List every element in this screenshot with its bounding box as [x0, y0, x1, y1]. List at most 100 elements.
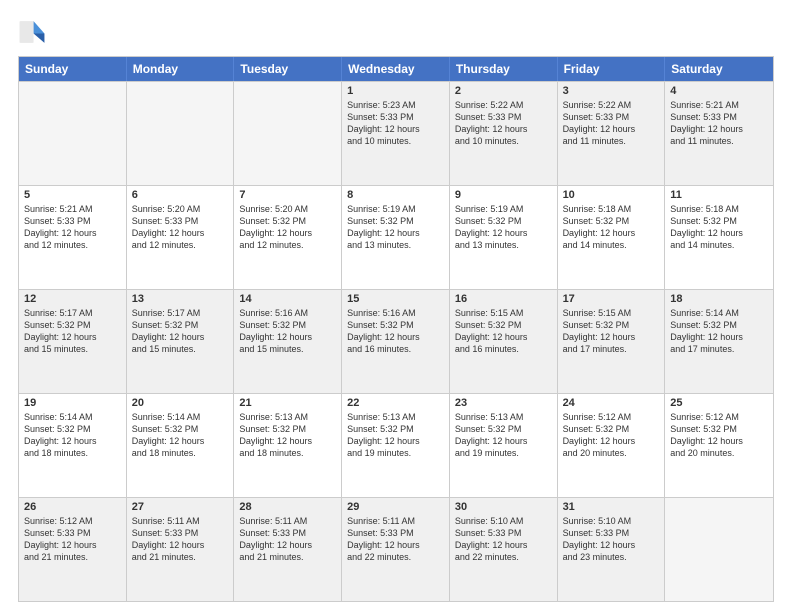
calendar-cell: 31 Sunrise: 5:10 AM Sunset: 5:33 PM Dayli… [558, 498, 666, 601]
calendar-cell: 9 Sunrise: 5:19 AM Sunset: 5:32 PM Daylig… [450, 186, 558, 289]
calendar-cell: 30 Sunrise: 5:10 AM Sunset: 5:33 PM Dayli… [450, 498, 558, 601]
day-info: Sunrise: 5:18 AM Sunset: 5:32 PM Dayligh… [670, 203, 768, 252]
calendar-row-4: 26 Sunrise: 5:12 AM Sunset: 5:33 PM Dayli… [19, 497, 773, 601]
calendar-cell [234, 82, 342, 185]
calendar-cell: 17 Sunrise: 5:15 AM Sunset: 5:32 PM Dayli… [558, 290, 666, 393]
day-info: Sunrise: 5:14 AM Sunset: 5:32 PM Dayligh… [24, 411, 121, 460]
logo [18, 18, 50, 46]
day-info: Sunrise: 5:11 AM Sunset: 5:33 PM Dayligh… [347, 515, 444, 564]
day-info: Sunrise: 5:21 AM Sunset: 5:33 PM Dayligh… [24, 203, 121, 252]
calendar-cell: 8 Sunrise: 5:19 AM Sunset: 5:32 PM Daylig… [342, 186, 450, 289]
day-info: Sunrise: 5:16 AM Sunset: 5:32 PM Dayligh… [239, 307, 336, 356]
calendar-cell: 28 Sunrise: 5:11 AM Sunset: 5:33 PM Dayli… [234, 498, 342, 601]
day-number: 31 [563, 501, 660, 513]
calendar-cell: 21Sunrise: 5:13 AM Sunset: 5:32 PM Dayli… [234, 394, 342, 497]
day-number: 26 [24, 501, 121, 513]
calendar-cell: 12 Sunrise: 5:17 AM Sunset: 5:32 PM Dayli… [19, 290, 127, 393]
calendar-cell [665, 498, 773, 601]
calendar-cell: 13Sunrise: 5:17 AM Sunset: 5:32 PM Dayli… [127, 290, 235, 393]
calendar-cell: 3Sunrise: 5:22 AM Sunset: 5:33 PM Daylig… [558, 82, 666, 185]
day-info: Sunrise: 5:22 AM Sunset: 5:33 PM Dayligh… [455, 99, 552, 148]
page: SundayMondayTuesdayWednesdayThursdayFrid… [0, 0, 792, 612]
calendar-cell: 10 Sunrise: 5:18 AM Sunset: 5:32 PM Dayli… [558, 186, 666, 289]
day-info: Sunrise: 5:12 AM Sunset: 5:32 PM Dayligh… [670, 411, 768, 460]
day-number: 28 [239, 501, 336, 513]
day-info: Sunrise: 5:15 AM Sunset: 5:32 PM Dayligh… [563, 307, 660, 356]
day-info: Sunrise: 5:13 AM Sunset: 5:32 PM Dayligh… [347, 411, 444, 460]
day-number: 22 [347, 397, 444, 409]
day-info: Sunrise: 5:23 AM Sunset: 5:33 PM Dayligh… [347, 99, 444, 148]
day-number: 17 [563, 293, 660, 305]
day-info: Sunrise: 5:10 AM Sunset: 5:33 PM Dayligh… [563, 515, 660, 564]
calendar-header: SundayMondayTuesdayWednesdayThursdayFrid… [19, 57, 773, 81]
calendar-cell: 2Sunrise: 5:22 AM Sunset: 5:33 PM Daylig… [450, 82, 558, 185]
calendar-cell [127, 82, 235, 185]
day-info: Sunrise: 5:11 AM Sunset: 5:33 PM Dayligh… [132, 515, 229, 564]
day-info: Sunrise: 5:20 AM Sunset: 5:33 PM Dayligh… [132, 203, 229, 252]
day-number: 12 [24, 293, 121, 305]
calendar-cell: 1 Sunrise: 5:23 AM Sunset: 5:33 PM Daylig… [342, 82, 450, 185]
day-number: 7 [239, 189, 336, 201]
calendar-cell [19, 82, 127, 185]
calendar-cell: 15Sunrise: 5:16 AM Sunset: 5:32 PM Dayli… [342, 290, 450, 393]
day-info: Sunrise: 5:14 AM Sunset: 5:32 PM Dayligh… [132, 411, 229, 460]
weekday-header-sunday: Sunday [19, 57, 127, 81]
day-info: Sunrise: 5:17 AM Sunset: 5:32 PM Dayligh… [24, 307, 121, 356]
calendar-row-2: 12 Sunrise: 5:17 AM Sunset: 5:32 PM Dayli… [19, 289, 773, 393]
day-info: Sunrise: 5:17 AM Sunset: 5:32 PM Dayligh… [132, 307, 229, 356]
day-info: Sunrise: 5:18 AM Sunset: 5:32 PM Dayligh… [563, 203, 660, 252]
calendar: SundayMondayTuesdayWednesdayThursdayFrid… [18, 56, 774, 602]
day-info: Sunrise: 5:14 AM Sunset: 5:32 PM Dayligh… [670, 307, 768, 356]
day-info: Sunrise: 5:10 AM Sunset: 5:33 PM Dayligh… [455, 515, 552, 564]
day-number: 19 [24, 397, 121, 409]
day-number: 20 [132, 397, 229, 409]
day-number: 14 [239, 293, 336, 305]
calendar-cell: 27Sunrise: 5:11 AM Sunset: 5:33 PM Dayli… [127, 498, 235, 601]
day-number: 10 [563, 189, 660, 201]
logo-icon [18, 18, 46, 46]
weekday-header-saturday: Saturday [665, 57, 773, 81]
day-number: 1 [347, 85, 444, 97]
weekday-header-tuesday: Tuesday [234, 57, 342, 81]
day-info: Sunrise: 5:15 AM Sunset: 5:32 PM Dayligh… [455, 307, 552, 356]
calendar-cell: 6 Sunrise: 5:20 AM Sunset: 5:33 PM Daylig… [127, 186, 235, 289]
day-number: 18 [670, 293, 768, 305]
day-info: Sunrise: 5:12 AM Sunset: 5:32 PM Dayligh… [563, 411, 660, 460]
day-info: Sunrise: 5:13 AM Sunset: 5:32 PM Dayligh… [455, 411, 552, 460]
calendar-cell: 5 Sunrise: 5:21 AM Sunset: 5:33 PM Daylig… [19, 186, 127, 289]
calendar-cell: 4 Sunrise: 5:21 AM Sunset: 5:33 PM Daylig… [665, 82, 773, 185]
header [18, 18, 774, 46]
day-number: 9 [455, 189, 552, 201]
day-number: 8 [347, 189, 444, 201]
calendar-cell: 16 Sunrise: 5:15 AM Sunset: 5:32 PM Dayli… [450, 290, 558, 393]
day-number: 4 [670, 85, 768, 97]
day-number: 29 [347, 501, 444, 513]
day-info: Sunrise: 5:21 AM Sunset: 5:33 PM Dayligh… [670, 99, 768, 148]
day-info: Sunrise: 5:22 AM Sunset: 5:33 PM Dayligh… [563, 99, 660, 148]
day-number: 15 [347, 293, 444, 305]
day-info: Sunrise: 5:13 AM Sunset: 5:32 PM Dayligh… [239, 411, 336, 460]
weekday-header-wednesday: Wednesday [342, 57, 450, 81]
day-number: 5 [24, 189, 121, 201]
calendar-row-3: 19 Sunrise: 5:14 AM Sunset: 5:32 PM Dayli… [19, 393, 773, 497]
calendar-cell: 11 Sunrise: 5:18 AM Sunset: 5:32 PM Dayli… [665, 186, 773, 289]
day-number: 23 [455, 397, 552, 409]
weekday-header-friday: Friday [558, 57, 666, 81]
calendar-cell: 19 Sunrise: 5:14 AM Sunset: 5:32 PM Dayli… [19, 394, 127, 497]
calendar-cell: 7Sunrise: 5:20 AM Sunset: 5:32 PM Daylig… [234, 186, 342, 289]
day-number: 11 [670, 189, 768, 201]
day-number: 16 [455, 293, 552, 305]
day-number: 6 [132, 189, 229, 201]
day-number: 30 [455, 501, 552, 513]
day-info: Sunrise: 5:19 AM Sunset: 5:32 PM Dayligh… [455, 203, 552, 252]
calendar-cell: 25 Sunrise: 5:12 AM Sunset: 5:32 PM Dayli… [665, 394, 773, 497]
day-info: Sunrise: 5:12 AM Sunset: 5:33 PM Dayligh… [24, 515, 121, 564]
calendar-cell: 22 Sunrise: 5:13 AM Sunset: 5:32 PM Dayli… [342, 394, 450, 497]
calendar-cell: 14 Sunrise: 5:16 AM Sunset: 5:32 PM Dayli… [234, 290, 342, 393]
calendar-row-1: 5 Sunrise: 5:21 AM Sunset: 5:33 PM Daylig… [19, 185, 773, 289]
day-info: Sunrise: 5:19 AM Sunset: 5:32 PM Dayligh… [347, 203, 444, 252]
day-number: 25 [670, 397, 768, 409]
calendar-cell: 24Sunrise: 5:12 AM Sunset: 5:32 PM Dayli… [558, 394, 666, 497]
day-info: Sunrise: 5:11 AM Sunset: 5:33 PM Dayligh… [239, 515, 336, 564]
calendar-cell: 26 Sunrise: 5:12 AM Sunset: 5:33 PM Dayli… [19, 498, 127, 601]
